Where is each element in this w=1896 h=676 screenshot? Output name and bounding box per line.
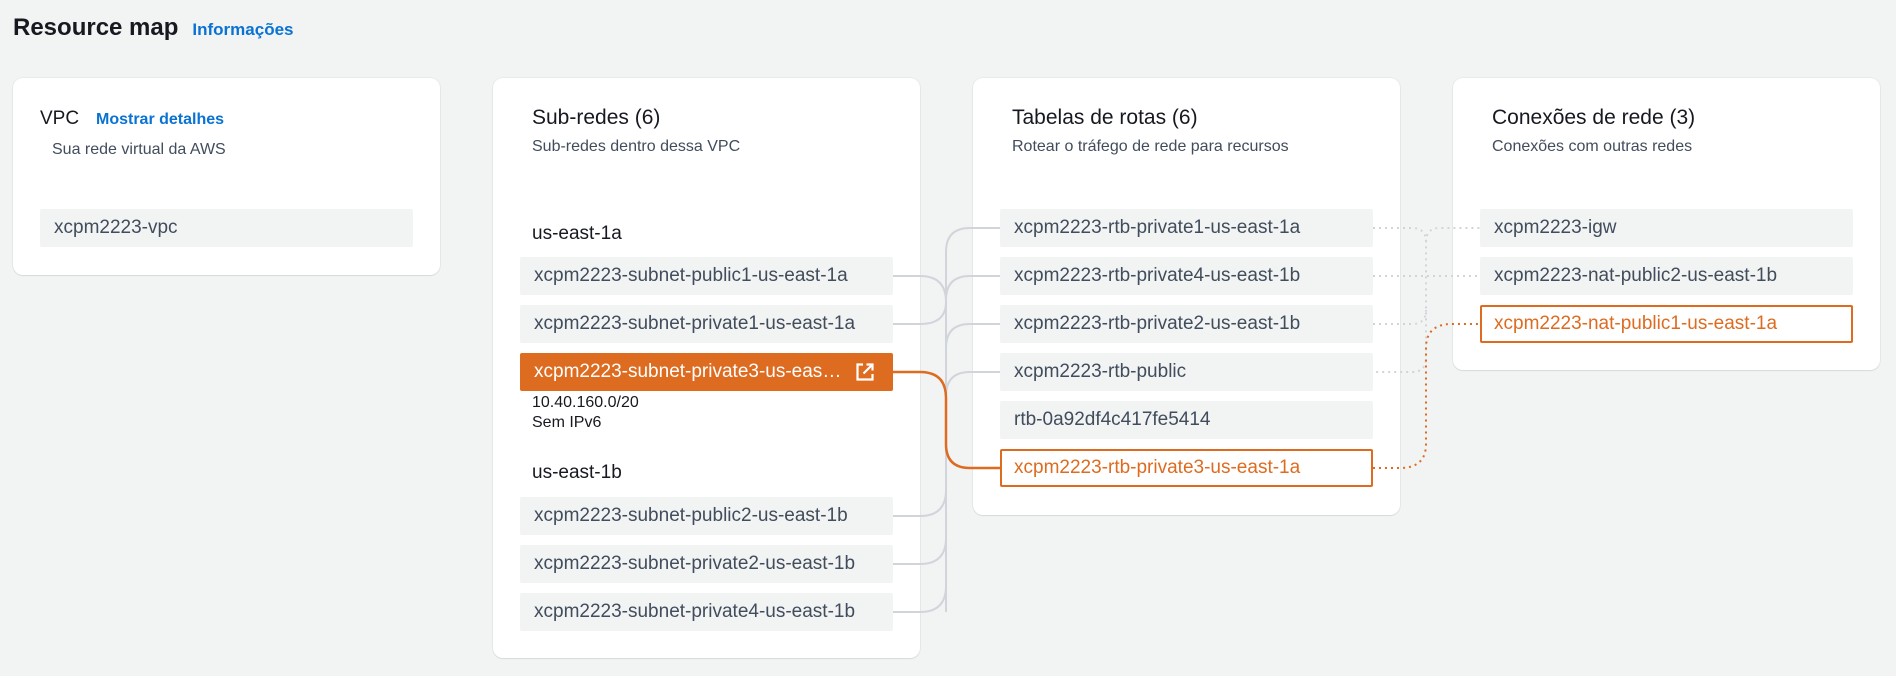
selected-subnet-label: xcpm2223-subnet-private3-us-east-1a: [534, 361, 856, 382]
subnets-subtitle: Sub-redes dentro dessa VPC: [532, 138, 741, 155]
subnet-item-private4-us-east-1b[interactable]: xcpm2223-subnet-private4-us-east-1b: [520, 593, 893, 631]
page-header: Resource map Informações: [13, 14, 294, 42]
route-table-item-main[interactable]: rtb-0a92df4c417fe5414: [1000, 401, 1373, 439]
route-table-item-public[interactable]: xcpm2223-rtb-public: [1000, 353, 1373, 391]
connection-item-nat-public2[interactable]: xcpm2223-nat-public2-us-east-1b: [1480, 257, 1853, 295]
vpc-subtitle: Sua rede virtual da AWS: [52, 141, 226, 158]
az-label-us-east-1b: us-east-1b: [532, 462, 622, 483]
info-link[interactable]: Informações: [192, 20, 293, 40]
az-label-us-east-1a: us-east-1a: [532, 223, 622, 244]
selected-subnet-cidr: 10.40.160.0/20: [532, 394, 639, 411]
vpc-title: VPC: [40, 108, 80, 129]
subnet-item-public2-us-east-1b[interactable]: xcpm2223-subnet-public2-us-east-1b: [520, 497, 893, 535]
connection-item-nat-public1-selected[interactable]: xcpm2223-nat-public1-us-east-1a: [1480, 305, 1853, 343]
route-tables-subtitle: Rotear o tráfego de rede para recursos: [1012, 138, 1289, 155]
route-table-item-private3-us-east-1a-selected[interactable]: xcpm2223-rtb-private3-us-east-1a: [1000, 449, 1373, 487]
route-table-item-private1-us-east-1a[interactable]: xcpm2223-rtb-private1-us-east-1a: [1000, 209, 1373, 247]
vpc-item[interactable]: xcpm2223-vpc: [40, 209, 413, 247]
subnets-title: Sub-redes (6): [532, 106, 661, 129]
selected-subnet-ipv6: Sem IPv6: [532, 414, 602, 431]
vpc-details-link[interactable]: Mostrar detalhes: [96, 111, 224, 129]
connection-item-igw[interactable]: xcpm2223-igw: [1480, 209, 1853, 247]
route-table-item-private2-us-east-1b[interactable]: xcpm2223-rtb-private2-us-east-1b: [1000, 305, 1373, 343]
page-title: Resource map: [13, 14, 179, 41]
route-tables-title: Tabelas de rotas (6): [1012, 106, 1198, 129]
connections-subtitle: Conexões com outras redes: [1492, 138, 1693, 155]
external-link-icon[interactable]: [855, 362, 875, 382]
vpc-card: VPC Mostrar detalhes Sua rede virtual da…: [13, 78, 440, 275]
route-table-item-private4-us-east-1b[interactable]: xcpm2223-rtb-private4-us-east-1b: [1000, 257, 1373, 295]
subnet-item-private2-us-east-1b[interactable]: xcpm2223-subnet-private2-us-east-1b: [520, 545, 893, 583]
connections-title: Conexões de rede (3): [1492, 106, 1696, 129]
subnet-item-private3-us-east-1a-selected[interactable]: xcpm2223-subnet-private3-us-east-1a: [520, 353, 893, 391]
subnet-item-public1-us-east-1a[interactable]: xcpm2223-subnet-public1-us-east-1a: [520, 257, 893, 295]
subnet-item-private1-us-east-1a[interactable]: xcpm2223-subnet-private1-us-east-1a: [520, 305, 893, 343]
